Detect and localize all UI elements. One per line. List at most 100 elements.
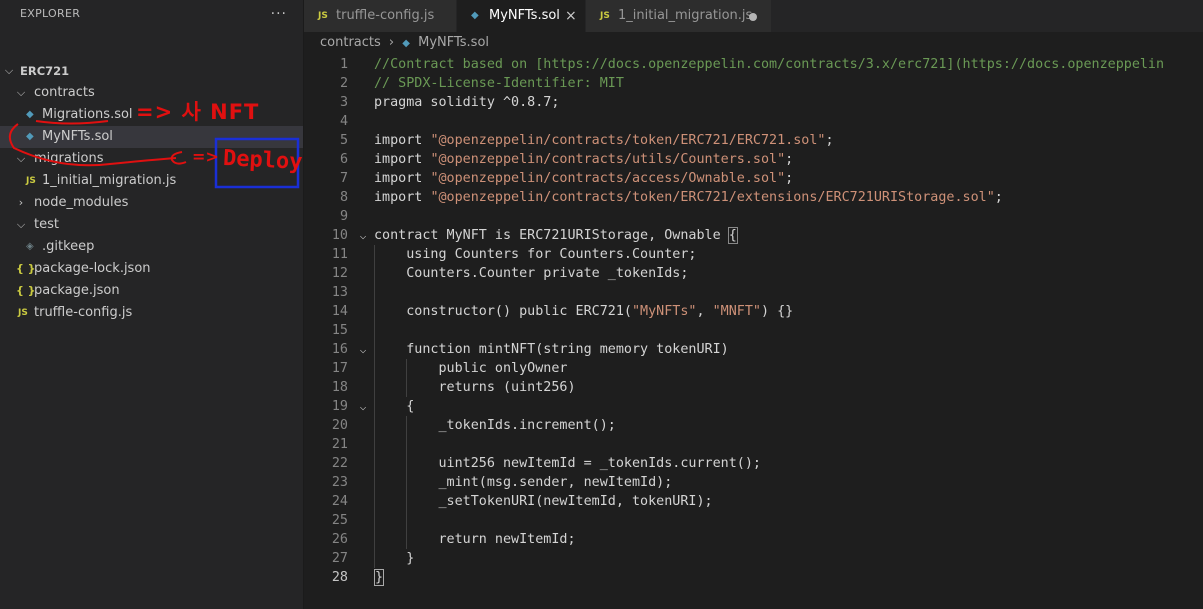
line-number: 2 <box>339 76 348 91</box>
tree-folder-migrations[interactable]: ⌵ migrations <box>0 148 303 170</box>
code-line[interactable]: 24 _setTokenURI(newItemId, tokenURI); <box>304 492 1203 511</box>
code-line[interactable]: 13 <box>304 283 1203 302</box>
chevron-down-icon: ⌵ <box>4 64 14 77</box>
tab-label: MyNFTs.sol <box>489 8 560 23</box>
code-line[interactable]: 26 return newItemId; <box>304 530 1203 549</box>
tree-item-label: contracts <box>34 85 95 100</box>
code-line[interactable]: 1 //Contract based on [https://docs.openz… <box>304 55 1203 74</box>
code-text: public onlyOwner <box>374 361 568 376</box>
code-text: using Counters for Counters.Counter; <box>374 247 697 262</box>
explorer-title: EXPLORER ··· <box>0 0 303 28</box>
code-line[interactable]: 16 ⌵ function mintNFT(string memory token… <box>304 340 1203 359</box>
code-text: // SPDX-License-Identifier: MIT <box>374 76 624 91</box>
code-line[interactable]: 18 returns (uint256) <box>304 378 1203 397</box>
tree-file-package-json[interactable]: { } package.json <box>0 280 303 302</box>
code-line[interactable]: 28} <box>304 568 1203 587</box>
code-text: function mintNFT(string memory tokenURI) <box>374 342 729 357</box>
solidity-file-icon: ◆ <box>402 38 410 49</box>
line-number: 24 <box>331 494 348 509</box>
code-text: _mint(msg.sender, newItemId); <box>374 475 673 490</box>
line-number: 20 <box>331 418 348 433</box>
tree-file-truffle-config-js[interactable]: JS truffle-config.js <box>0 302 303 324</box>
javascript-file-icon: JS <box>18 308 28 318</box>
explorer-title-label: EXPLORER <box>20 7 81 20</box>
code-editor[interactable]: 1 //Contract based on [https://docs.openz… <box>304 54 1203 609</box>
code-line[interactable]: 12 Counters.Counter private _tokenIds; <box>304 264 1203 283</box>
fold-chevron-down-icon[interactable]: ⌵ <box>356 340 370 359</box>
code-line[interactable]: 27 } <box>304 549 1203 568</box>
code-line[interactable]: 19 ⌵ { <box>304 397 1203 416</box>
indent-guide <box>374 245 375 568</box>
chevron-down-icon: ⌵ <box>16 152 26 165</box>
tree-folder-contracts[interactable]: ⌵ contracts <box>0 82 303 104</box>
tree-item-label: migrations <box>34 151 104 166</box>
tree-folder-test[interactable]: ⌵ test <box>0 214 303 236</box>
code-line[interactable]: 2 // SPDX-License-Identifier: MIT <box>304 74 1203 93</box>
code-line[interactable]: 8 import "@openzeppelin/contracts/token/E… <box>304 188 1203 207</box>
more-actions-icon[interactable]: ··· <box>271 0 287 28</box>
line-number: 9 <box>339 209 348 224</box>
line-number: 13 <box>331 285 348 300</box>
tree-root-erc721[interactable]: ⌵ ERC721 <box>0 60 303 82</box>
chevron-down-icon: ⌵ <box>16 86 26 99</box>
tab-truffle-config[interactable]: JS truffle-config.js <box>304 0 456 32</box>
tree-file-initial-migration-js[interactable]: JS 1_initial_migration.js <box>0 170 303 192</box>
fold-chevron-down-icon[interactable]: ⌵ <box>356 397 370 416</box>
tree-item-label: MyNFTs.sol <box>42 129 113 144</box>
tab-label: truffle-config.js <box>336 8 435 23</box>
code-text: returns (uint256) <box>374 380 576 395</box>
tab-mynfts-sol[interactable]: ◆ MyNFTs.sol × <box>457 0 585 32</box>
tree-item-label: test <box>34 217 59 232</box>
line-number: 11 <box>331 247 348 262</box>
code-text: constructor() public ERC721("MyNFTs", "M… <box>374 304 794 319</box>
tab-initial-migration[interactable]: JS 1_initial_migration.js <box>586 0 771 32</box>
line-number: 4 <box>339 114 348 129</box>
code-line[interactable]: 5 import "@openzeppelin/contracts/token/E… <box>304 131 1203 150</box>
line-number: 3 <box>339 95 348 110</box>
tree-item-label: .gitkeep <box>42 239 95 254</box>
code-line[interactable]: 9 <box>304 207 1203 226</box>
code-line[interactable]: 25 <box>304 511 1203 530</box>
tree-file-gitkeep[interactable]: ◈ .gitkeep <box>0 236 303 258</box>
json-file-icon: { } <box>16 284 36 297</box>
tree-file-package-lock-json[interactable]: { } package-lock.json <box>0 258 303 280</box>
code-line[interactable]: 23 _mint(msg.sender, newItemId); <box>304 473 1203 492</box>
tree-root-label: ERC721 <box>20 64 70 78</box>
line-number: 17 <box>331 361 348 376</box>
line-number: 8 <box>339 190 348 205</box>
code-text: uint256 newItemId = _tokenIds.current(); <box>374 456 761 471</box>
code-line[interactable]: 7 import "@openzeppelin/contracts/access/… <box>304 169 1203 188</box>
line-number: 15 <box>331 323 348 338</box>
tree-file-migrations-sol[interactable]: ◆ Migrations.sol <box>0 104 303 126</box>
code-text: import "@openzeppelin/contracts/token/ER… <box>374 190 1003 205</box>
code-line[interactable]: 10 ⌵ contract MyNFT is ERC721URIStorage, O… <box>304 226 1203 245</box>
code-line[interactable]: 3 pragma solidity ^0.8.7; <box>304 93 1203 112</box>
breadcrumb-folder[interactable]: contracts <box>320 35 381 50</box>
code-line[interactable]: 4 <box>304 112 1203 131</box>
code-line[interactable]: 20 _tokenIds.increment(); <box>304 416 1203 435</box>
code-line[interactable]: 14 constructor() public ERC721("MyNFTs",… <box>304 302 1203 321</box>
code-text: { <box>374 399 415 414</box>
git-file-icon: ◈ <box>26 241 34 252</box>
line-number: 21 <box>331 437 348 452</box>
line-number: 16 <box>331 342 348 357</box>
code-line[interactable]: 15 <box>304 321 1203 340</box>
unsaved-dot-icon[interactable] <box>749 13 757 21</box>
code-line[interactable]: 17 public onlyOwner <box>304 359 1203 378</box>
code-line[interactable]: 11 using Counters for Counters.Counter; <box>304 245 1203 264</box>
line-number: 26 <box>331 532 348 547</box>
json-file-icon: { } <box>16 262 36 275</box>
close-icon[interactable]: × <box>565 0 577 32</box>
code-text: _setTokenURI(newItemId, tokenURI); <box>374 494 713 509</box>
code-line[interactable]: 22 uint256 newItemId = _tokenIds.current… <box>304 454 1203 473</box>
fold-chevron-down-icon[interactable]: ⌵ <box>356 226 370 245</box>
tree-folder-node-modules[interactable]: › node_modules <box>0 192 303 214</box>
code-line[interactable]: 6 import "@openzeppelin/contracts/utils/C… <box>304 150 1203 169</box>
breadcrumb-file[interactable]: MyNFTs.sol <box>418 35 489 50</box>
code-text: import "@openzeppelin/contracts/token/ER… <box>374 133 834 148</box>
tab-label: 1_initial_migration.js <box>618 8 753 23</box>
tree-file-mynfts-sol[interactable]: ◆ MyNFTs.sol <box>0 126 303 148</box>
code-line[interactable]: 21 <box>304 435 1203 454</box>
javascript-file-icon: JS <box>26 176 36 186</box>
chevron-down-icon: ⌵ <box>16 218 26 231</box>
